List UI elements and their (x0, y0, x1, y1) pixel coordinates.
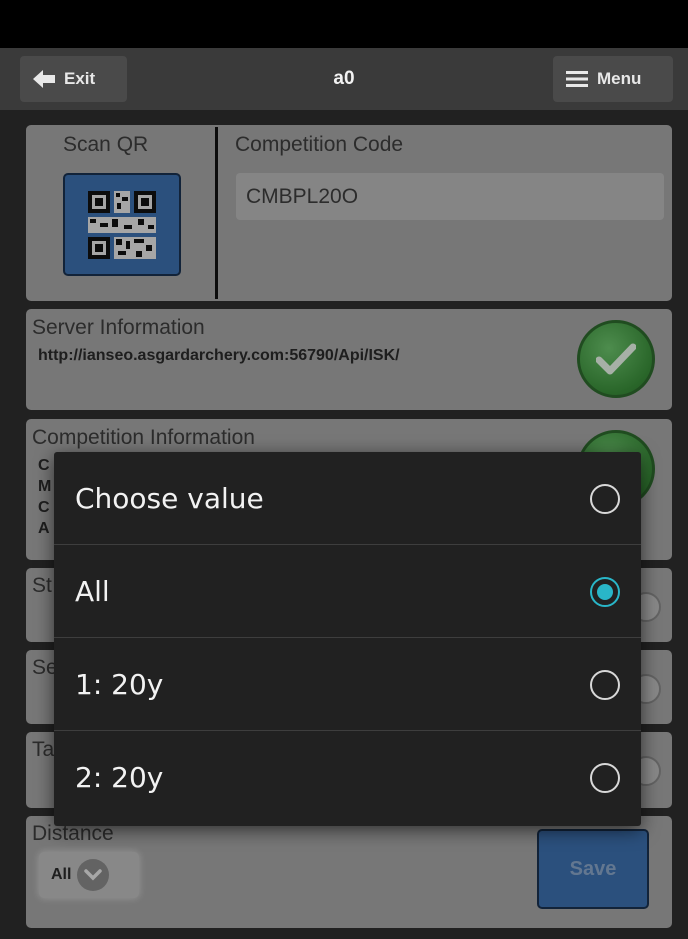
choose-value-dialog: Choose value All 1: 20y 2: 20y (54, 452, 641, 826)
dialog-option-choose-value[interactable]: Choose value (54, 452, 641, 545)
radio-unselected[interactable] (590, 763, 620, 793)
option-label: 2: 20y (75, 761, 164, 794)
page-title: a0 (333, 68, 355, 89)
radio-unselected[interactable] (590, 670, 620, 700)
dialog-option-all[interactable]: All (54, 545, 641, 638)
option-label: All (75, 575, 110, 608)
status-bar (0, 0, 688, 48)
dialog-option-2-20y[interactable]: 2: 20y (54, 731, 641, 824)
option-label: Choose value (75, 482, 264, 515)
dialog-option-1-20y[interactable]: 1: 20y (54, 638, 641, 731)
radio-selected[interactable] (590, 577, 620, 607)
option-label: 1: 20y (75, 668, 164, 701)
radio-unselected[interactable] (590, 484, 620, 514)
